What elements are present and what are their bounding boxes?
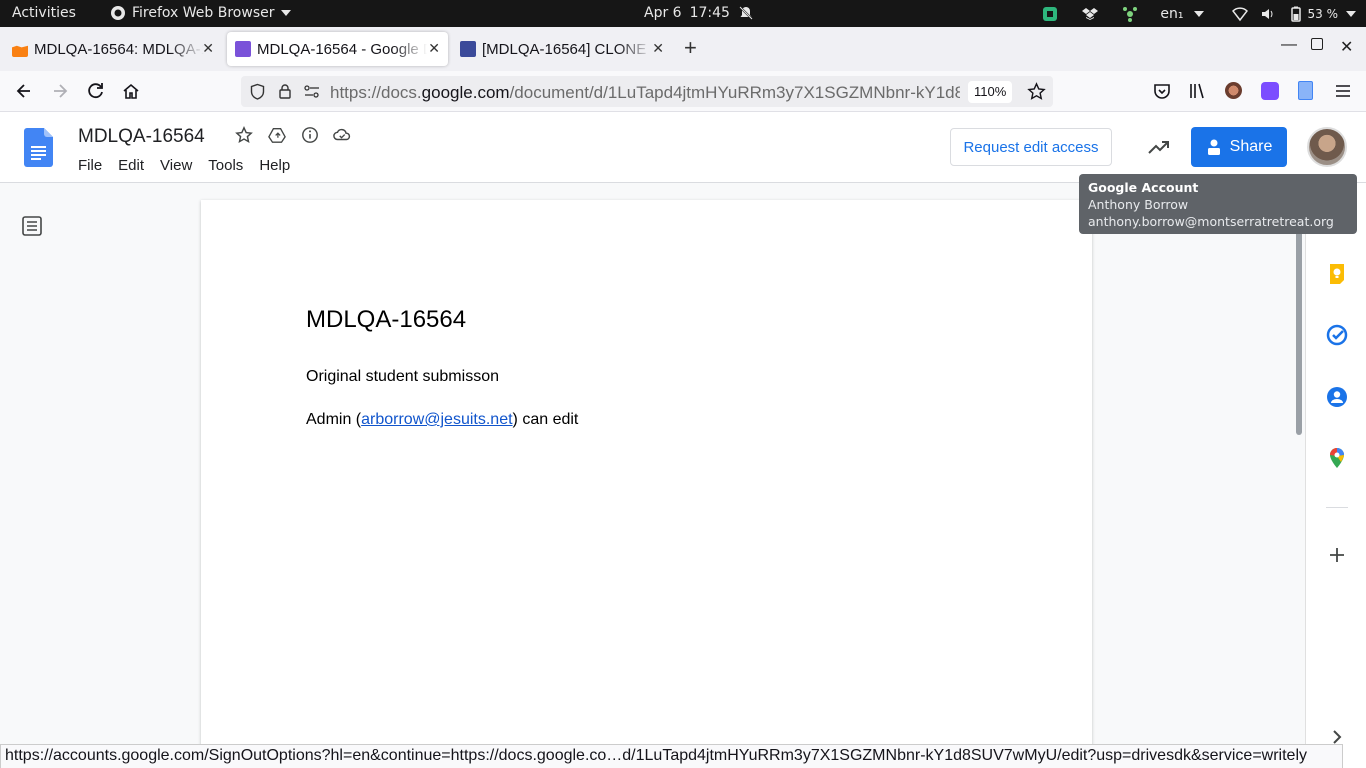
- zoom-indicator[interactable]: 110%: [968, 81, 1013, 103]
- moodle-icon: [12, 45, 28, 57]
- system-top-bar: Activities Firefox Web Browser Apr 6 17:…: [0, 0, 1366, 27]
- profile-extension-icon[interactable]: [1225, 82, 1242, 99]
- menu-view[interactable]: View: [160, 157, 192, 174]
- tooltip-email: anthony.borrow@montserratretreat.org: [1088, 214, 1334, 229]
- info-icon[interactable]: [301, 126, 319, 144]
- menu-edit[interactable]: Edit: [118, 157, 144, 174]
- keep-icon[interactable]: [1326, 263, 1348, 285]
- app-menu-label: Firefox Web Browser: [132, 5, 275, 21]
- url-text: https://docs.google.com/document/d/1LuTa…: [330, 83, 960, 103]
- url-domain: google.com: [421, 83, 510, 102]
- google-docs-icon: [235, 41, 251, 57]
- slack-icon: [1043, 6, 1058, 21]
- back-icon[interactable]: [14, 81, 34, 101]
- activity-trending-icon[interactable]: [1147, 137, 1171, 157]
- close-icon[interactable]: ✕: [428, 40, 440, 57]
- google-docs-logo[interactable]: [24, 128, 53, 167]
- text-fragment: Admin (: [306, 411, 362, 428]
- cloud-saved-icon[interactable]: [333, 126, 351, 144]
- dropbox-icon: [1082, 7, 1099, 20]
- document-title[interactable]: MDLQA-16564: [78, 126, 205, 148]
- date-label: Apr 6: [644, 5, 682, 21]
- menu-tools[interactable]: Tools: [208, 157, 243, 174]
- url-path: /document/d/1LuTapd4jtmHYuRRm3y7X1SGZMNb…: [509, 83, 960, 102]
- request-edit-access-button[interactable]: Request edit access: [950, 128, 1112, 166]
- tooltip-name: Anthony Borrow: [1088, 197, 1189, 212]
- system-tray[interactable]: en₁ 53 %: [1030, 0, 1366, 27]
- document-outline-icon[interactable]: [21, 215, 43, 237]
- chevron-down-icon: [1193, 10, 1204, 17]
- tray-app-icon: [1123, 6, 1138, 22]
- moodle-tracker-icon: [460, 41, 476, 57]
- add-icon[interactable]: [1326, 544, 1348, 566]
- language-indicator[interactable]: en₁: [1160, 6, 1183, 22]
- new-tab-icon[interactable]: +: [684, 35, 697, 61]
- close-icon[interactable]: ✕: [652, 40, 664, 57]
- tab-moodle[interactable]: MDLQA-16564: MDLQA-16564 ✕: [4, 32, 222, 66]
- tab-strip: MDLQA-16564: MDLQA-16564 ✕ MDLQA-16564 -…: [0, 27, 1366, 71]
- menu-bar: File Edit View Tools Help: [78, 157, 306, 174]
- time-label: 17:45: [689, 5, 730, 21]
- bookmark-star-icon[interactable]: [1027, 82, 1046, 101]
- tasks-icon[interactable]: [1326, 324, 1348, 346]
- text-fragment: ) can edit: [512, 411, 579, 428]
- activities-button[interactable]: Activities: [12, 5, 76, 21]
- volume-icon: [1261, 8, 1272, 19]
- maximize-icon[interactable]: [1311, 38, 1323, 50]
- document-heading: MDLQA-16564: [306, 306, 467, 333]
- firefox-icon: [111, 6, 125, 20]
- library-icon[interactable]: [1188, 81, 1208, 101]
- navigation-toolbar: https://docs.google.com/document/d/1LuTa…: [0, 71, 1366, 112]
- tab-tracker[interactable]: [MDLQA-16564] CLONE ✕: [452, 32, 672, 66]
- url-prefix: https://docs.: [330, 83, 422, 102]
- close-icon[interactable]: ✕: [202, 40, 214, 57]
- menu-help[interactable]: Help: [259, 157, 290, 174]
- document-page[interactable]: MDLQA-16564 Original student submisson A…: [201, 200, 1092, 768]
- tooltip-title: Google Account: [1088, 180, 1199, 195]
- close-window-icon[interactable]: ✕: [1340, 37, 1353, 57]
- tab-google-docs[interactable]: MDLQA-16564 - Google Docs ✕: [227, 32, 448, 66]
- maps-icon[interactable]: [1326, 447, 1348, 469]
- url-bar[interactable]: https://docs.google.com/document/d/1LuTa…: [241, 76, 1053, 107]
- avatar[interactable]: [1307, 127, 1347, 167]
- link-status-bar: https://accounts.google.com/SignOutOptio…: [0, 744, 1343, 768]
- move-to-drive-icon[interactable]: [268, 126, 286, 144]
- chevron-down-icon: [280, 10, 291, 16]
- tab-label: MDLQA-16564: MDLQA-16564: [34, 40, 204, 58]
- tab-label: [MDLQA-16564] CLONE: [482, 40, 647, 58]
- share-button[interactable]: Share: [1191, 127, 1287, 167]
- docs-extension-icon[interactable]: [1298, 81, 1313, 100]
- document-line: Original student submisson: [306, 368, 499, 385]
- pocket-icon[interactable]: [1152, 81, 1172, 101]
- battery-percent: 53 %: [1307, 6, 1339, 21]
- shield-icon[interactable]: [249, 83, 266, 100]
- contacts-icon[interactable]: [1326, 386, 1348, 408]
- permissions-icon[interactable]: [303, 83, 321, 100]
- reload-icon[interactable]: [86, 81, 106, 101]
- tab-label: MDLQA-16564 - Google Docs: [257, 40, 427, 58]
- email-link[interactable]: arborrow@jesuits.net: [361, 411, 512, 428]
- docs-header: MDLQA-16564 File Edit View Tools Help Re…: [0, 112, 1366, 183]
- minimize-icon[interactable]: —: [1281, 36, 1297, 54]
- document-line: Admin (arborrow@jesuits.net) can edit: [306, 411, 578, 429]
- account-tooltip: Google Account Anthony Borrow anthony.bo…: [1079, 174, 1357, 234]
- forward-icon[interactable]: [50, 81, 70, 101]
- star-icon[interactable]: [235, 126, 253, 144]
- share-label: Share: [1229, 138, 1273, 155]
- divider: [1326, 507, 1348, 508]
- hamburger-menu-icon[interactable]: [1333, 81, 1353, 101]
- app-menu[interactable]: Firefox Web Browser: [110, 5, 291, 21]
- chevron-down-icon: [1346, 10, 1356, 17]
- home-icon[interactable]: [121, 81, 141, 101]
- notifications-off-icon: [739, 6, 753, 20]
- lock-icon[interactable]: [277, 83, 293, 100]
- side-panel: [1305, 183, 1366, 768]
- wifi-icon: [1231, 6, 1248, 21]
- lock-person-icon: [1207, 139, 1220, 155]
- battery-icon: [1290, 6, 1301, 22]
- zoom-meetings-icon[interactable]: [1261, 82, 1279, 100]
- menu-file[interactable]: File: [78, 157, 102, 174]
- clock[interactable]: Apr 6 17:45: [644, 5, 754, 21]
